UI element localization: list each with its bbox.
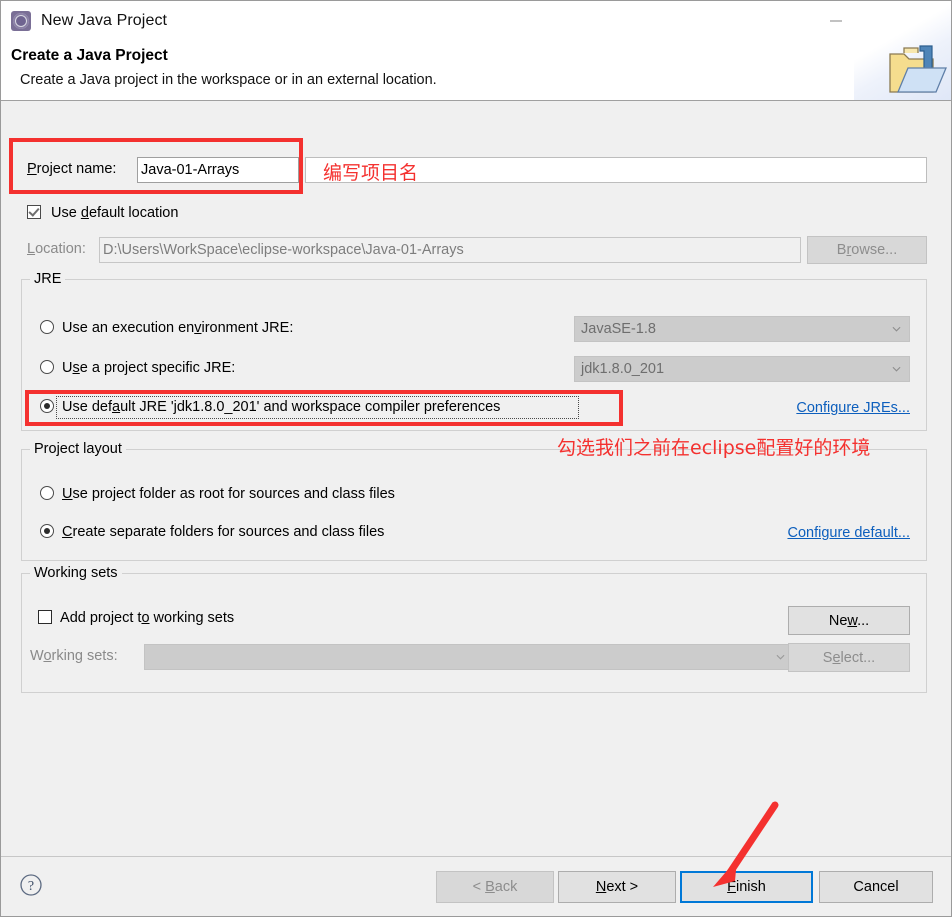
- minimize-button[interactable]: [813, 1, 859, 40]
- add-project-to-working-sets-checkbox[interactable]: Add project to working sets: [38, 610, 234, 626]
- back-button: < Back: [436, 871, 554, 903]
- jre-group-title: JRE: [30, 271, 66, 287]
- svg-text:?: ?: [28, 879, 34, 894]
- working-sets-group-title: Working sets: [30, 565, 122, 581]
- layout-option-project-folder-root-label: Use project folder as root for sources a…: [62, 486, 395, 502]
- radio-button: [40, 360, 54, 374]
- jre-option-execution-environment[interactable]: Use an execution environment JRE:: [40, 320, 293, 336]
- add-project-to-working-sets-label: Add project to working sets: [60, 610, 235, 626]
- annotation-text-jre: 勾选我们之前在eclipse配置好的环境: [557, 437, 871, 459]
- project-layout-group: Project layout Use project folder as roo…: [21, 441, 927, 561]
- working-sets-label: Working sets:: [30, 648, 118, 664]
- radio-button: [40, 399, 54, 413]
- radio-button: [40, 524, 54, 538]
- radio-button: [40, 320, 54, 334]
- jre-option-project-specific-label: Use a project specific JRE:: [62, 360, 236, 376]
- dialog-content: Project name: Use default location Locat…: [1, 101, 951, 858]
- project-layout-group-title: Project layout: [30, 441, 126, 457]
- page-title: Create a Java Project: [11, 47, 168, 64]
- project-name-input[interactable]: [137, 157, 299, 183]
- jre-option-project-specific[interactable]: Use a project specific JRE:: [40, 360, 235, 376]
- execution-environment-combo: JavaSE-1.8: [574, 316, 910, 342]
- chevron-down-icon: [776, 654, 785, 660]
- layout-option-project-folder-root[interactable]: Use project folder as root for sources a…: [40, 486, 395, 502]
- focus-ring: [56, 396, 579, 419]
- finish-button[interactable]: Finish: [680, 871, 813, 903]
- use-default-location-label: Use default location: [51, 205, 179, 221]
- new-working-set-button[interactable]: New...: [788, 606, 910, 635]
- working-sets-combo: [144, 644, 794, 670]
- jre-option-execution-environment-label: Use an execution environment JRE:: [62, 320, 294, 336]
- checkbox-box: [27, 205, 41, 219]
- project-name-label: Project name:: [27, 161, 117, 177]
- chevron-down-icon: [892, 366, 901, 372]
- next-button[interactable]: Next >: [558, 871, 676, 903]
- location-label: Location:: [27, 241, 86, 257]
- layout-option-separate-folders-label: Create separate folders for sources and …: [62, 524, 385, 540]
- configure-default-link[interactable]: Configure default...: [787, 525, 910, 541]
- execution-environment-value: JavaSE-1.8: [581, 321, 656, 337]
- layout-option-separate-folders[interactable]: Create separate folders for sources and …: [40, 524, 384, 540]
- configure-jres-link[interactable]: Configure JREs...: [796, 400, 910, 416]
- title-bar: New Java Project: [1, 1, 951, 40]
- page-subtitle: Create a Java project in the workspace o…: [20, 72, 437, 88]
- java-project-folder-icon: [854, 1, 951, 100]
- location-input[interactable]: D:\Users\WorkSpace\eclipse-workspace\Jav…: [99, 237, 801, 263]
- browse-button: Browse...: [807, 236, 927, 264]
- radio-button: [40, 486, 54, 500]
- chevron-down-icon: [892, 326, 901, 332]
- annotation-text-project-name: 编写项目名: [323, 162, 419, 184]
- new-java-project-dialog: New Java Project Create a Java Project C…: [0, 0, 952, 917]
- jre-group: JRE Use an execution environment JRE: Ja…: [21, 271, 927, 431]
- checkbox-box: [38, 610, 52, 624]
- project-specific-jre-value: jdk1.8.0_201: [581, 361, 665, 377]
- dialog-footer: ? < Back Next > Finish Cancel: [1, 856, 951, 916]
- project-specific-jre-combo: jdk1.8.0_201: [574, 356, 910, 382]
- dialog-banner: Create a Java Project Create a Java proj…: [1, 1, 951, 101]
- window-title: New Java Project: [41, 11, 168, 29]
- java-project-gear-icon: [10, 10, 32, 32]
- use-default-location-checkbox[interactable]: Use default location: [27, 205, 178, 221]
- help-question-icon[interactable]: ?: [19, 873, 43, 897]
- cancel-button[interactable]: Cancel: [819, 871, 933, 903]
- working-sets-group: Working sets Add project to working sets…: [21, 565, 927, 693]
- select-working-set-button: Select...: [788, 643, 910, 672]
